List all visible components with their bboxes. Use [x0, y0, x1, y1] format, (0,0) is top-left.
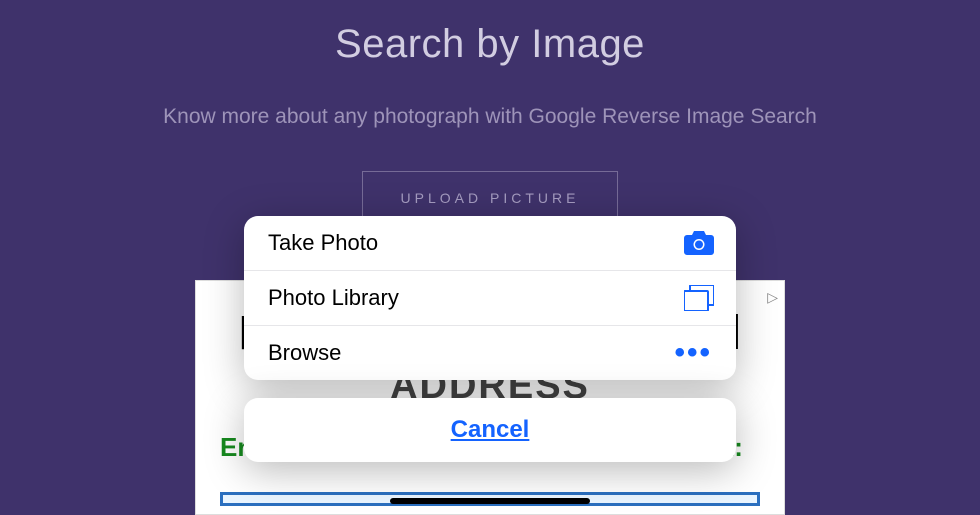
take-photo-label: Take Photo — [268, 230, 378, 256]
photo-library-icon — [684, 285, 714, 311]
browse-label: Browse — [268, 340, 341, 366]
cancel-label: Cancel — [451, 416, 530, 443]
action-sheet-overlay: Take Photo Photo Library Browse ••• — [0, 0, 980, 515]
take-photo-row[interactable]: Take Photo — [244, 216, 736, 270]
browse-row[interactable]: Browse ••• — [244, 325, 736, 380]
more-icon: ••• — [674, 348, 714, 358]
photo-library-row[interactable]: Photo Library — [244, 270, 736, 325]
action-sheet: Take Photo Photo Library Browse ••• — [244, 216, 736, 380]
camera-icon — [684, 231, 714, 255]
cancel-button[interactable]: Cancel — [244, 398, 736, 462]
photo-library-label: Photo Library — [268, 285, 399, 311]
